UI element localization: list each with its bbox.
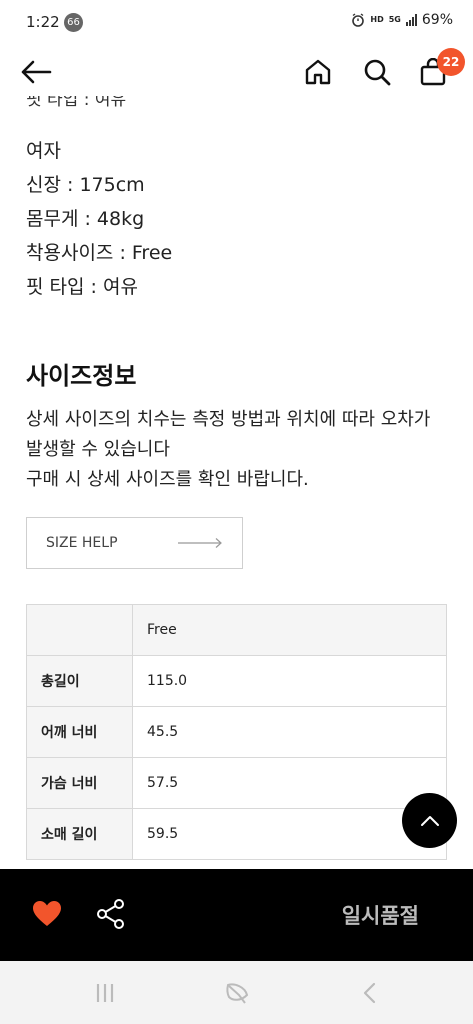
status-bar: 1:22 66 HD 5G 69% — [0, 0, 473, 44]
row-value: 57.5 — [132, 757, 447, 809]
assistant-leaf-icon — [226, 983, 249, 1004]
size-help-label: SIZE HELP — [46, 535, 118, 551]
chevron-up-icon — [420, 815, 439, 826]
model-info-cut-line: 핏 타입 : 여유 — [26, 96, 127, 110]
scroll-to-top-button[interactable] — [402, 793, 457, 848]
heart-icon — [33, 901, 61, 926]
row-value: 115.0 — [132, 655, 447, 707]
row-label: 가슴 너비 — [26, 757, 133, 809]
model-gender: 여자 — [26, 140, 61, 162]
size-table-header: Free — [26, 604, 447, 656]
system-back-button[interactable] — [356, 981, 382, 1005]
arrow-left-icon — [21, 60, 52, 84]
row-value: 45.5 — [132, 706, 447, 758]
cart-button[interactable]: 22 — [415, 48, 465, 90]
chevron-left-icon — [363, 982, 376, 1004]
battery-level: 69% — [421, 12, 453, 28]
cart-count-badge: 22 — [437, 48, 465, 76]
bottom-action-bar: 일시품절 — [0, 869, 473, 961]
size-info-title: 사이즈정보 — [26, 362, 137, 390]
size-desc-line-1: 상세 사이즈의 치수는 측정 방법과 위치에 따라 오차가 발생할 수 있습니다 — [26, 409, 431, 460]
size-help-button[interactable]: SIZE HELP — [26, 517, 243, 569]
recent-apps-button[interactable] — [92, 981, 118, 1005]
home-gesture-button[interactable] — [225, 981, 251, 1005]
size-table: Free 총길이 115.0 어깨 너비 45.5 가슴 너비 57.5 소매 … — [26, 604, 447, 860]
top-header: 22 — [0, 44, 473, 100]
home-icon — [305, 59, 331, 85]
notification-count-badge: 66 — [64, 13, 83, 32]
alarm-icon — [352, 13, 365, 27]
soldout-label: 일시품절 — [341, 904, 419, 928]
recent-apps-icon — [96, 984, 114, 1002]
back-button[interactable] — [18, 54, 54, 90]
size-info-description: 상세 사이즈의 치수는 측정 방법과 위치에 따라 오차가 발생할 수 있습니다… — [26, 405, 451, 495]
row-label: 소매 길이 — [26, 808, 133, 860]
row-label: 총길이 — [26, 655, 133, 707]
share-button[interactable] — [95, 898, 127, 930]
long-arrow-right-icon — [178, 538, 222, 548]
table-row: 총길이 115.0 — [26, 655, 447, 707]
table-row: 소매 길이 59.5 — [26, 808, 447, 860]
signal-icon — [405, 14, 417, 26]
share-icon — [97, 899, 124, 929]
table-row: 어깨 너비 45.5 — [26, 706, 447, 758]
size-desc-line-2: 구매 시 상세 사이즈를 확인 바랍니다. — [26, 469, 309, 490]
status-time: 1:22 — [26, 13, 60, 31]
model-wear-size: 착용사이즈 : Free — [26, 242, 173, 264]
model-fit-type: 핏 타입 : 여유 — [26, 276, 138, 298]
search-icon — [364, 59, 391, 86]
model-height: 신장 : 175cm — [26, 174, 145, 196]
row-label: 어깨 너비 — [26, 706, 133, 758]
table-row: 가슴 너비 57.5 — [26, 757, 447, 809]
hd-label: HD — [370, 15, 384, 24]
system-nav-bar — [0, 961, 473, 1024]
network-label: 5G — [388, 15, 401, 24]
size-table-column-free: Free — [132, 604, 447, 656]
wishlist-button[interactable] — [32, 900, 62, 928]
size-table-corner — [26, 604, 133, 656]
row-value: 59.5 — [132, 808, 447, 860]
home-button[interactable] — [300, 54, 336, 90]
model-weight: 몸무게 : 48kg — [26, 208, 145, 230]
search-button[interactable] — [359, 54, 395, 90]
status-icons: HD 5G 69% — [351, 12, 453, 28]
model-info: 여자 신장 : 175cm 몸무게 : 48kg 착용사이즈 : Free 핏 … — [26, 134, 172, 304]
